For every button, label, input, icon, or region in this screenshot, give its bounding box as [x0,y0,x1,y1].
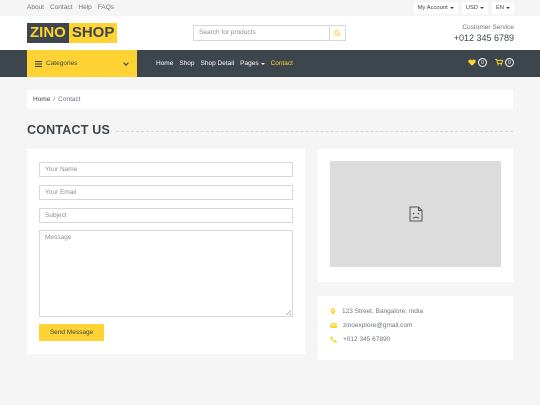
wishlist-count: 0 [478,58,487,67]
search-button[interactable] [329,26,345,40]
message-placeholder: Message [45,234,72,241]
resize-handle-icon[interactable] [286,310,291,315]
customer-service-title: Customer Service [462,24,514,31]
nav-item-shop[interactable]: Shop [179,60,194,67]
header: ZINO SHOP Search for products Customer S… [0,16,540,50]
search-bar: Search for products [193,25,346,41]
cart-button[interactable]: 0 [495,58,514,67]
breadcrumb-current: Contact [58,96,81,103]
breadcrumb-separator: / [53,96,56,103]
broken-image-icon [409,206,422,222]
phone-icon [330,336,337,343]
subject-field[interactable]: Subject [39,208,293,223]
caret-down-icon [260,62,265,65]
customer-service: Customer Service +012 345 6789 [454,24,514,43]
cart-icon [495,59,503,66]
email-row: zinoexplore@gmail.com [330,322,412,329]
topbar: About Contact Help FAQs My Account USD E… [0,0,540,16]
breadcrumb: Home / Contact [27,90,513,109]
cart-count: 0 [505,58,514,67]
main-navbar: Categories Home Shop Shop Detail Pages C… [0,50,540,77]
logo[interactable]: ZINO SHOP [27,23,118,43]
nav-item-pages[interactable]: Pages [240,60,265,67]
email-text[interactable]: zinoexplore@gmail.com [343,322,412,329]
phone-text[interactable]: +012 345 67890 [343,336,390,343]
contact-form: Your Name Your Email Subject Message Sen… [27,149,305,354]
categories-button[interactable]: Categories [27,50,137,77]
heart-icon [468,59,476,66]
map-marker-icon [330,308,336,315]
caret-down-icon [479,7,484,9]
my-account-dropdown[interactable]: My Account [413,2,458,14]
nav-item-shop-detail[interactable]: Shop Detail [201,60,235,67]
currency-label: USD [465,5,478,11]
top-dropdowns: My Account USD EN [413,2,514,14]
logo-part-1: ZINO [27,23,69,43]
bars-icon [35,60,42,67]
search-icon [334,29,341,37]
envelope-icon [330,323,337,328]
top-link-contact[interactable]: Contact [50,4,72,11]
top-link-about[interactable]: About [27,4,44,11]
language-dropdown[interactable]: EN [491,2,514,14]
phone-row: +012 345 67890 [330,336,390,343]
message-field[interactable]: Message [39,230,293,317]
search-input[interactable]: Search for products [194,26,329,40]
email-field[interactable]: Your Email [39,185,293,200]
currency-dropdown[interactable]: USD [461,2,488,14]
breadcrumb-home[interactable]: Home [33,96,50,103]
top-link-help[interactable]: Help [78,4,91,11]
caret-down-icon [506,7,510,9]
address-row: 123 Street, Bangalore, India [330,308,423,315]
map-card [318,149,513,282]
customer-service-phone: +012 345 6789 [453,33,514,43]
categories-label: Categories [46,60,78,67]
wishlist-button[interactable]: 0 [468,58,487,67]
my-account-label: My Account [417,5,448,11]
map-image[interactable] [330,161,501,267]
top-links: About Contact Help FAQs [27,4,114,11]
contact-info-card: 123 Street, Bangalore, India zinoexplore… [318,296,513,360]
chevron-down-icon [123,61,129,66]
nav-icons: 0 0 [468,58,514,67]
nav-menu: Home Shop Shop Detail Pages Contact [156,60,293,67]
top-link-faqs[interactable]: FAQs [98,4,114,11]
nav-item-home[interactable]: Home [156,60,173,67]
name-field[interactable]: Your Name [39,162,293,177]
caret-down-icon [449,7,454,9]
language-label: EN [495,5,504,11]
address-text: 123 Street, Bangalore, India [342,308,423,315]
title-divider [116,131,513,132]
logo-part-2: SHOP [68,23,118,43]
send-message-button[interactable]: Send Message [39,324,104,341]
nav-item-pages-label: Pages [240,60,259,67]
page-title: CONTACT US [27,123,111,137]
nav-item-contact[interactable]: Contact [271,60,293,67]
